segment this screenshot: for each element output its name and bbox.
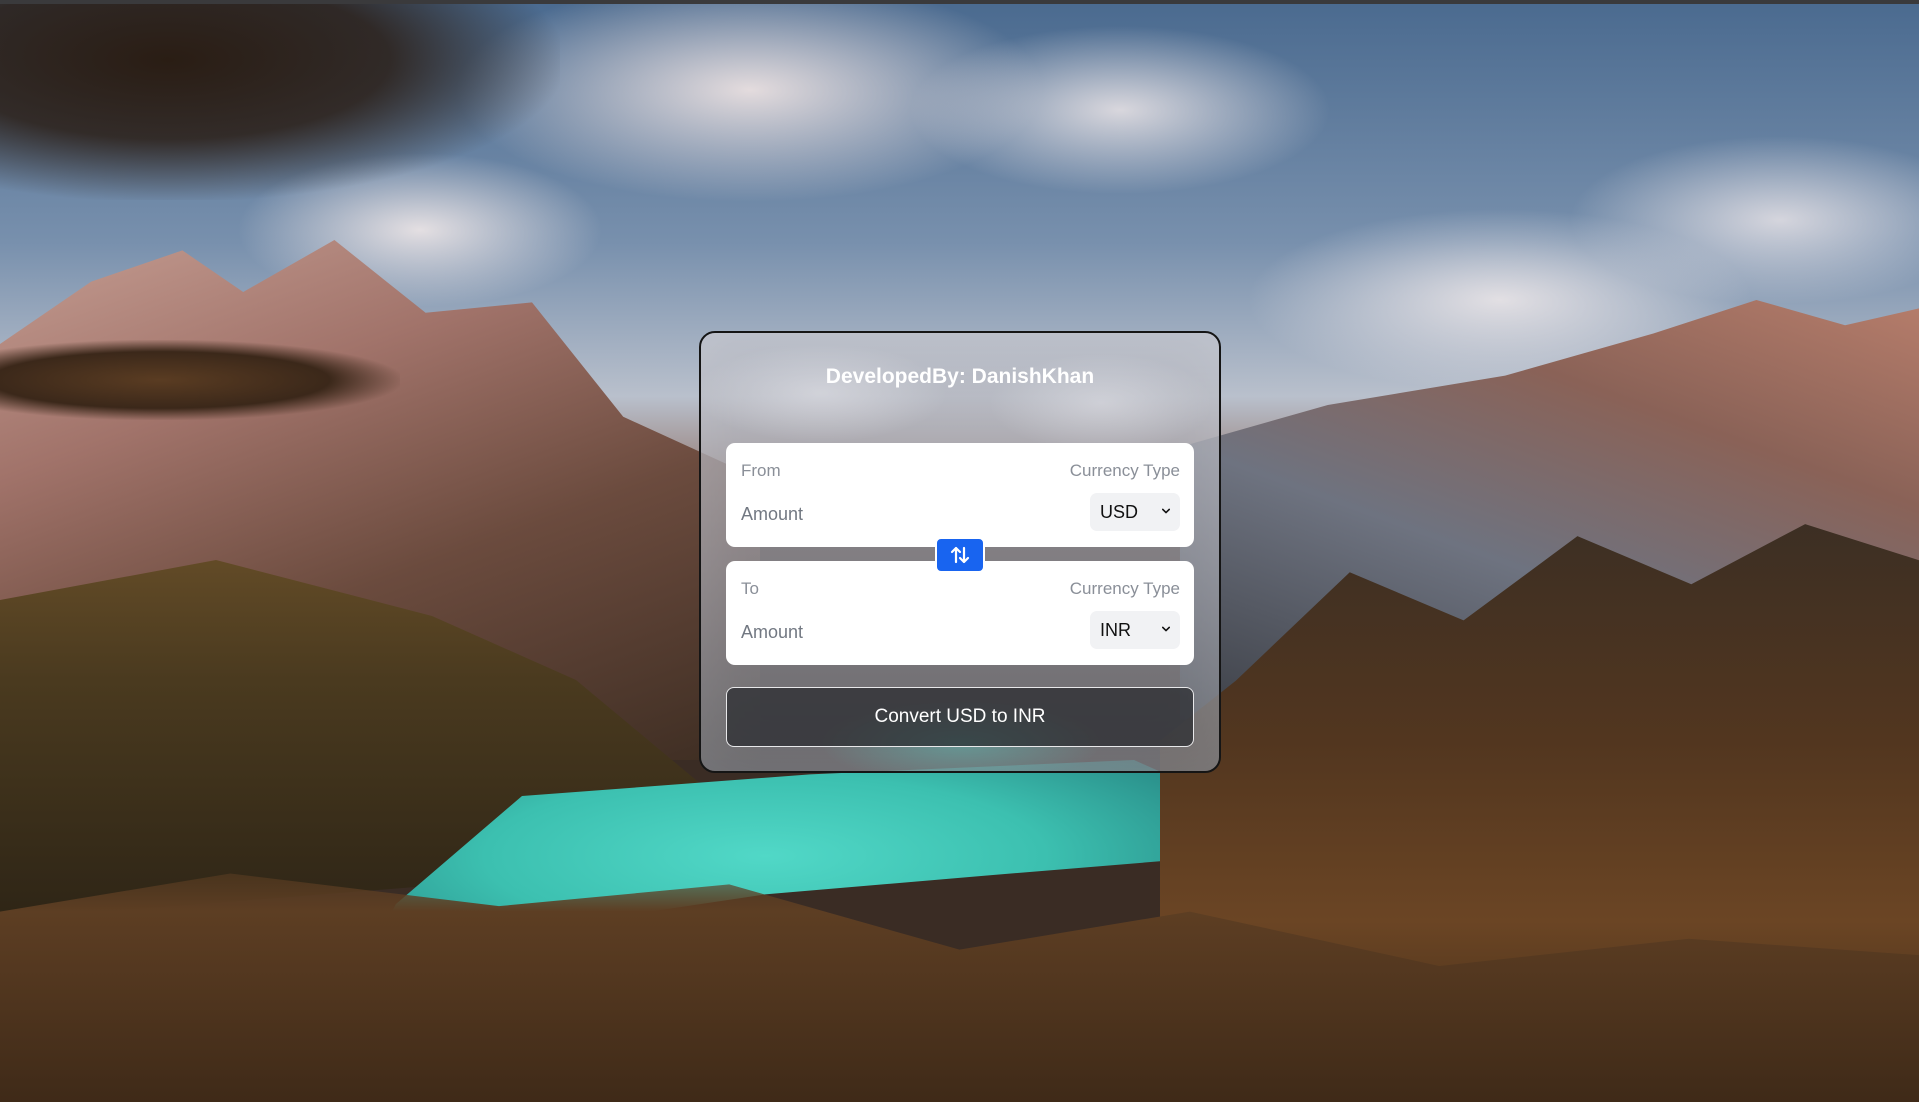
top-bar (0, 0, 1919, 4)
convert-button[interactable]: Convert USD to INR (726, 687, 1194, 747)
from-currency-label: Currency Type (1069, 461, 1180, 480)
to-amount-input[interactable] (741, 617, 1041, 647)
to-box: To Currency Type INR (726, 561, 1194, 665)
to-currency-label: Currency Type (1069, 579, 1180, 598)
swap-button[interactable] (935, 537, 985, 573)
chevron-down-icon (1162, 508, 1170, 514)
converter-card: DevelopedBy: DanishKhan From Currency Ty… (699, 331, 1221, 773)
from-label: From (741, 461, 781, 480)
background-branch (0, 340, 400, 420)
card-title: DevelopedBy: DanishKhan (825, 365, 1095, 388)
background-branch-top (0, 0, 560, 200)
to-label: To (741, 579, 759, 598)
swap-arrows-icon (950, 546, 970, 564)
to-currency-value: INR (1100, 620, 1131, 640)
from-box: From Currency Type USD (726, 443, 1194, 547)
from-currency-select[interactable]: USD (1090, 493, 1180, 531)
chevron-down-icon (1162, 626, 1170, 632)
to-currency-select[interactable]: INR (1090, 611, 1180, 649)
from-currency-value: USD (1100, 502, 1139, 522)
from-amount-input[interactable] (741, 499, 1041, 529)
